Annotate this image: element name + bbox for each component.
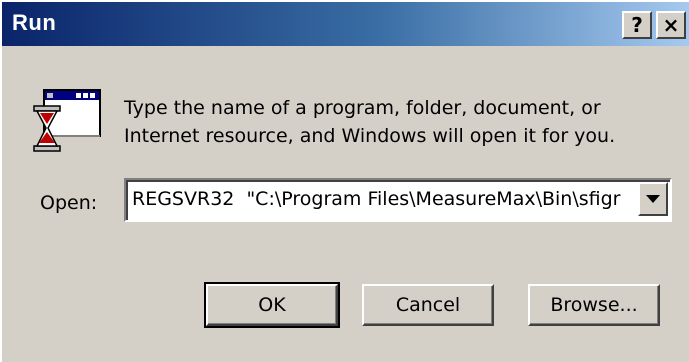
ok-button[interactable]: OK [204, 282, 340, 328]
run-program-icon [33, 89, 101, 152]
open-dropdown-button[interactable] [638, 182, 668, 216]
window-title: Run [12, 10, 57, 35]
open-combobox[interactable] [123, 177, 673, 223]
close-icon: × [662, 13, 680, 37]
chevron-down-icon [646, 195, 660, 203]
run-dialog: Run ? × Type the name of a program, fold… [0, 0, 689, 362]
open-label: Open: [40, 192, 98, 214]
open-input[interactable] [132, 182, 632, 216]
title-bar[interactable]: Run ? × [2, 2, 689, 46]
browse-button[interactable]: Browse... [528, 284, 660, 326]
help-button[interactable]: ? [622, 11, 652, 39]
close-button[interactable]: × [656, 11, 686, 39]
cancel-button[interactable]: Cancel [362, 284, 494, 326]
description-text: Type the name of a program, folder, docu… [124, 97, 616, 147]
help-icon: ? [631, 13, 643, 37]
